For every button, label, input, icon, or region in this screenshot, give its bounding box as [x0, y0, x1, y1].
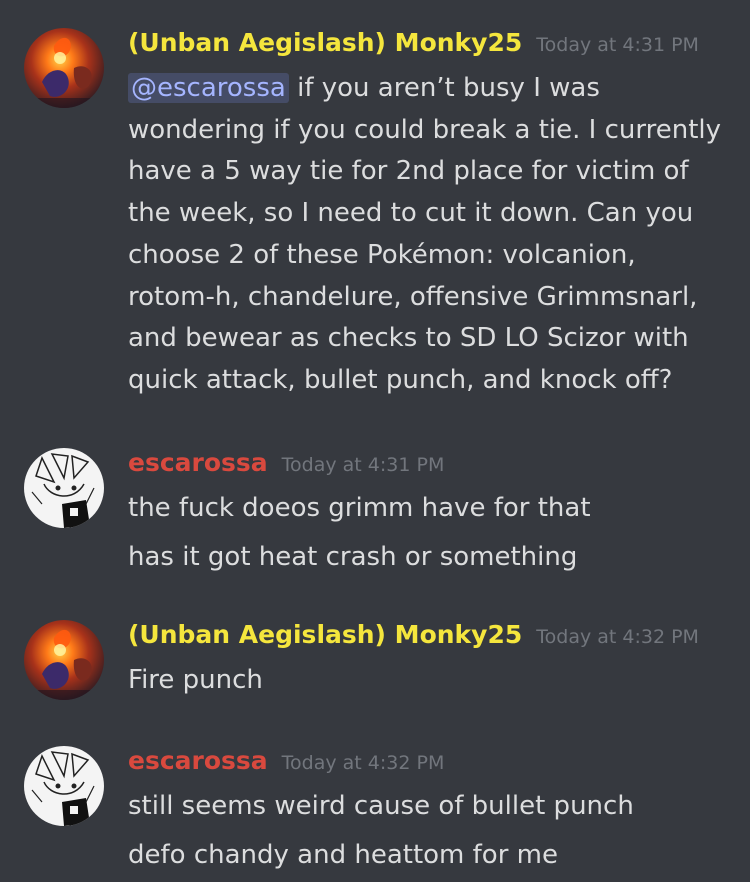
message-header: escarossa Today at 4:32 PM	[128, 746, 726, 786]
username[interactable]: (Unban Aegislash) Monky25	[128, 620, 522, 649]
timestamp: Today at 4:31 PM	[536, 34, 699, 56]
timestamp: Today at 4:32 PM	[536, 626, 699, 648]
avatar[interactable]	[24, 746, 104, 826]
message-line: and bewear as checks to SD LO Scizor wit…	[128, 323, 689, 354]
timestamp: Today at 4:32 PM	[281, 752, 445, 774]
username[interactable]: (Unban Aegislash) Monky25	[128, 28, 522, 57]
message-line: @escarossa if you aren’t busy I was	[128, 68, 726, 110]
message-header: escarossa Today at 4:31 PM	[128, 448, 726, 488]
message-line: the week, so I need to cut it down. Can …	[128, 198, 694, 229]
username[interactable]: escarossa	[128, 448, 268, 477]
message-content: escarossa Today at 4:32 PM still seems we…	[128, 746, 726, 876]
avatar[interactable]	[24, 620, 104, 700]
avatar[interactable]	[24, 28, 104, 108]
user-mention[interactable]: @escarossa	[128, 73, 289, 103]
message-header: (Unban Aegislash) Monky25 Today at 4:32 P…	[128, 620, 726, 660]
message-text: if you aren’t busy I was	[288, 73, 600, 103]
avatar[interactable]	[24, 448, 104, 528]
message-line: the fuck doeos grimm have for that	[128, 493, 591, 523]
chat-messages: (Unban Aegislash) Monky25 Today at 4:31 P…	[0, 0, 750, 882]
username[interactable]: escarossa	[128, 746, 268, 775]
message-line: rotom-h, chandelure, offensive Grimmsnar…	[128, 281, 698, 312]
message-line: quick attack, bullet punch, and knock of…	[128, 364, 673, 395]
message-header: (Unban Aegislash) Monky25 Today at 4:31 P…	[128, 28, 726, 68]
message-line: Fire punch	[128, 665, 263, 695]
message-line: wondering if you could break a tie. I cu…	[128, 114, 722, 145]
message-content: escarossa Today at 4:31 PM the fuck doeos…	[128, 448, 726, 578]
message-content: (Unban Aegislash) Monky25 Today at 4:32 P…	[128, 620, 726, 702]
message-line: still seems weird cause of bullet punch	[128, 791, 634, 821]
message-content: (Unban Aegislash) Monky25 Today at 4:31 P…	[128, 28, 726, 402]
message-line: has it got heat crash or something	[128, 541, 578, 572]
message-line: defo chandy and heattom for me	[128, 839, 558, 870]
message-line: have a 5 way tie for 2nd place for victi…	[128, 156, 689, 187]
message-line: choose 2 of these Pokémon: volcanion,	[128, 239, 636, 270]
timestamp: Today at 4:31 PM	[281, 454, 445, 476]
